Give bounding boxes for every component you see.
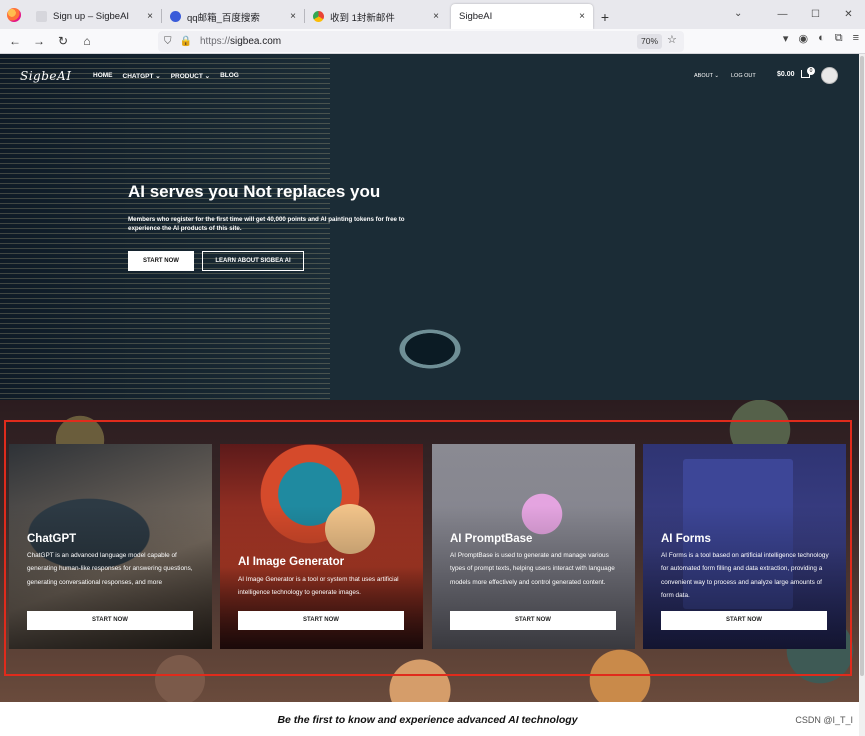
vpn-icon[interactable]: ◐ bbox=[818, 32, 825, 45]
tab-sigbeai-active[interactable]: SigbeAI × bbox=[451, 4, 593, 29]
cart-count-badge: 0 bbox=[807, 67, 815, 75]
cart-total[interactable]: $0.00 bbox=[777, 71, 795, 78]
tab-sign-up[interactable]: Sign up – SigbeAI × bbox=[28, 4, 161, 29]
tab-close-icon[interactable]: × bbox=[290, 11, 296, 22]
bookmark-star-icon[interactable]: ☆ bbox=[667, 33, 677, 46]
maximize-button[interactable]: ☐ bbox=[799, 9, 832, 20]
tracking-shield-icon[interactable]: ⛉ bbox=[164, 36, 172, 47]
address-bar[interactable]: ⛉ 🔒 https://sigbea.com 70% ☆ bbox=[158, 31, 684, 52]
chrome-favicon-icon bbox=[313, 11, 324, 22]
browser-nav-bar: ← → ↻ ⌂ ⛉ 🔒 https://sigbea.com 70% ☆ ▾ ◉… bbox=[0, 29, 865, 54]
window-controls: — ☐ ✕ bbox=[766, 0, 865, 29]
secondary-menu: ABOUT ⌄ LOG OUT bbox=[694, 73, 756, 79]
extensions-icon[interactable]: ⧉ bbox=[835, 32, 843, 45]
hero-section: SigbeAI HOME CHATGPT ⌄ PRODUCT ⌄ BLOG AB… bbox=[0, 54, 865, 400]
tab-title: Sign up – SigbeAI bbox=[53, 11, 130, 22]
csdn-watermark: CSDN @I_T_I bbox=[795, 715, 853, 725]
pocket-icon[interactable]: ▾ bbox=[783, 32, 789, 45]
site-logo[interactable]: SigbeAI bbox=[20, 69, 71, 83]
scrollbar-thumb[interactable] bbox=[860, 56, 864, 676]
tab-close-icon[interactable]: × bbox=[433, 11, 439, 22]
toolbar-icons: ▾ ◉ ◐ ⧉ ≡ bbox=[783, 32, 859, 45]
firefox-icon bbox=[7, 7, 21, 22]
list-all-tabs-button[interactable]: ⌄ bbox=[734, 8, 742, 19]
main-menu: HOME CHATGPT ⌄ PRODUCT ⌄ BLOG bbox=[93, 72, 239, 80]
tagline-section: Be the first to know and experience adva… bbox=[0, 702, 865, 736]
avatar[interactable] bbox=[821, 67, 838, 84]
back-button[interactable]: ← bbox=[3, 34, 27, 48]
url-text[interactable]: https://sigbea.com bbox=[200, 36, 281, 47]
page-favicon-icon bbox=[36, 11, 47, 22]
menu-item-about[interactable]: ABOUT ⌄ bbox=[694, 73, 719, 79]
site-header: SigbeAI HOME CHATGPT ⌄ PRODUCT ⌄ BLOG AB… bbox=[0, 54, 865, 98]
tab-baidu-search[interactable]: qq邮箱_百度搜索 × bbox=[162, 4, 304, 29]
tab-title: SigbeAI bbox=[459, 11, 493, 22]
tagline-text: Be the first to know and experience adva… bbox=[277, 714, 578, 726]
learn-about-button[interactable]: LEARN ABOUT SIGBEA AI bbox=[202, 251, 304, 271]
menu-item-logout[interactable]: LOG OUT bbox=[731, 73, 756, 79]
tab-new-mail[interactable]: 收到 1封新邮件 × bbox=[305, 4, 447, 29]
highlight-frame bbox=[4, 420, 852, 676]
menu-item-blog[interactable]: BLOG bbox=[220, 72, 239, 80]
firefox-view-button[interactable] bbox=[0, 0, 28, 29]
tab-title: qq邮箱_百度搜索 bbox=[187, 12, 260, 24]
home-button[interactable]: ⌂ bbox=[75, 34, 99, 48]
hero-start-now-button[interactable]: START NOW bbox=[128, 251, 194, 271]
tab-close-icon[interactable]: × bbox=[147, 11, 153, 22]
menu-icon[interactable]: ≡ bbox=[853, 32, 859, 45]
menu-item-product[interactable]: PRODUCT ⌄ bbox=[171, 72, 210, 80]
hero-subtitle: Members who register for the first time … bbox=[128, 216, 405, 232]
page-scrollbar[interactable] bbox=[859, 54, 865, 736]
close-window-button[interactable]: ✕ bbox=[832, 9, 865, 20]
new-tab-button[interactable]: + bbox=[593, 4, 617, 29]
account-icon[interactable]: ◉ bbox=[798, 32, 808, 45]
menu-item-home[interactable]: HOME bbox=[93, 72, 113, 80]
menu-item-chatgpt[interactable]: CHATGPT ⌄ bbox=[123, 72, 161, 80]
baidu-favicon-icon bbox=[170, 11, 181, 22]
tab-close-icon[interactable]: × bbox=[579, 11, 585, 22]
page-viewport: SigbeAI HOME CHATGPT ⌄ PRODUCT ⌄ BLOG AB… bbox=[0, 54, 865, 736]
lock-icon[interactable]: 🔒 bbox=[180, 36, 192, 47]
minimize-button[interactable]: — bbox=[766, 9, 799, 20]
tab-title: 收到 1封新邮件 bbox=[330, 12, 395, 24]
forward-button[interactable]: → bbox=[27, 34, 51, 48]
reload-button[interactable]: ↻ bbox=[51, 34, 75, 48]
browser-tab-bar: Sign up – SigbeAI × qq邮箱_百度搜索 × 收到 1封新邮件… bbox=[0, 0, 865, 29]
hero-title: AI serves you Not replaces you bbox=[128, 182, 381, 201]
zoom-level-badge[interactable]: 70% bbox=[637, 34, 663, 49]
